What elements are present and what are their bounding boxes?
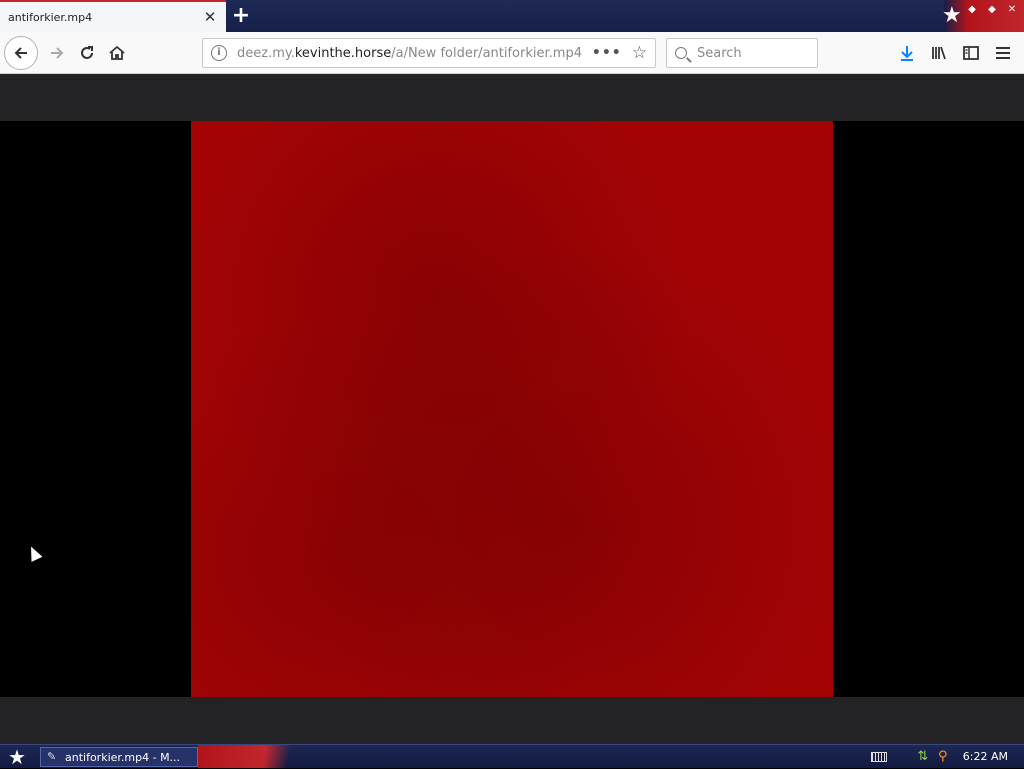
reload-button[interactable]	[72, 38, 102, 68]
maximize-icon[interactable]: ◆	[984, 2, 1000, 18]
window-controls: ◆ ◆ ✕	[964, 2, 1020, 18]
tab-antiforkier[interactable]: antiforkier.mp4 ✕	[0, 0, 226, 32]
url-text[interactable]: deez.my.kevinthe.horse/a/New folder/anti…	[237, 46, 592, 61]
library-icon	[932, 46, 946, 60]
url-bar[interactable]: i deez.my.kevinthe.horse/a/New folder/an…	[202, 38, 656, 68]
forward-arrow-icon	[51, 46, 64, 59]
page-actions-icon[interactable]: •••	[592, 45, 622, 61]
reload-icon	[81, 45, 93, 59]
browser-icon: ✎	[47, 750, 57, 763]
system-tray: ⇅ ⚲ 6:22 AM	[870, 745, 1024, 768]
magnifier-icon[interactable]: ⚲	[935, 749, 951, 765]
download-icon	[901, 46, 913, 61]
taskbar-item-label: antiforkier.mp4 - M...	[65, 750, 181, 764]
site-info-icon[interactable]: i	[211, 45, 227, 61]
menu-button[interactable]	[988, 38, 1018, 68]
search-icon	[675, 47, 687, 59]
search-bar[interactable]: Search	[666, 38, 818, 68]
video-player[interactable]	[191, 121, 833, 697]
url-prefix: deez.my.	[237, 45, 295, 61]
library-button[interactable]	[924, 38, 954, 68]
home-button[interactable]	[102, 38, 132, 68]
minimize-icon[interactable]: ◆	[964, 2, 980, 18]
taskbar-item-firefox[interactable]: ✎ antiforkier.mp4 - M...	[40, 747, 198, 767]
navigation-toolbar: i deez.my.kevinthe.horse/a/New folder/an…	[0, 32, 1024, 74]
network-icon[interactable]: ⇅	[915, 749, 931, 765]
clock[interactable]: 6:22 AM	[963, 750, 1008, 763]
video-letterbox-top	[0, 74, 1024, 121]
start-menu-button[interactable]: ★	[6, 746, 28, 768]
keyboard-icon[interactable]	[870, 751, 887, 762]
forward-button[interactable]	[42, 38, 72, 68]
search-placeholder: Search	[697, 45, 742, 61]
taskbar: ★ ✎ antiforkier.mp4 - M... ⇅ ⚲ 6:22 AM	[0, 744, 1024, 768]
tab-strip: antiforkier.mp4 ✕ + ★ ◆ ◆ ✕	[0, 0, 1024, 32]
back-arrow-icon	[14, 46, 27, 59]
sidebar-button[interactable]	[956, 38, 986, 68]
home-icon	[109, 45, 125, 60]
tab-close-icon[interactable]: ✕	[198, 5, 222, 29]
sidebar-icon	[963, 46, 979, 60]
url-path: /a/New folder/antiforkier.mp4	[391, 45, 582, 61]
hamburger-menu-icon	[996, 47, 1010, 59]
toolbar-right	[892, 38, 1018, 68]
video-letterbox-bottom	[0, 697, 1024, 744]
close-window-icon[interactable]: ✕	[1004, 2, 1020, 18]
tab-title: antiforkier.mp4	[8, 10, 93, 24]
video-viewer	[0, 74, 1024, 744]
url-host: kevinthe.horse	[294, 45, 392, 61]
mouse-cursor-icon	[25, 544, 43, 562]
new-tab-button[interactable]: +	[228, 3, 254, 29]
back-button[interactable]	[4, 35, 38, 70]
downloads-button[interactable]	[892, 38, 922, 68]
bookmark-star-icon[interactable]: ☆	[632, 43, 647, 63]
taskbar-flag-decoration	[198, 745, 318, 768]
star-logo-icon: ★	[942, 3, 962, 28]
